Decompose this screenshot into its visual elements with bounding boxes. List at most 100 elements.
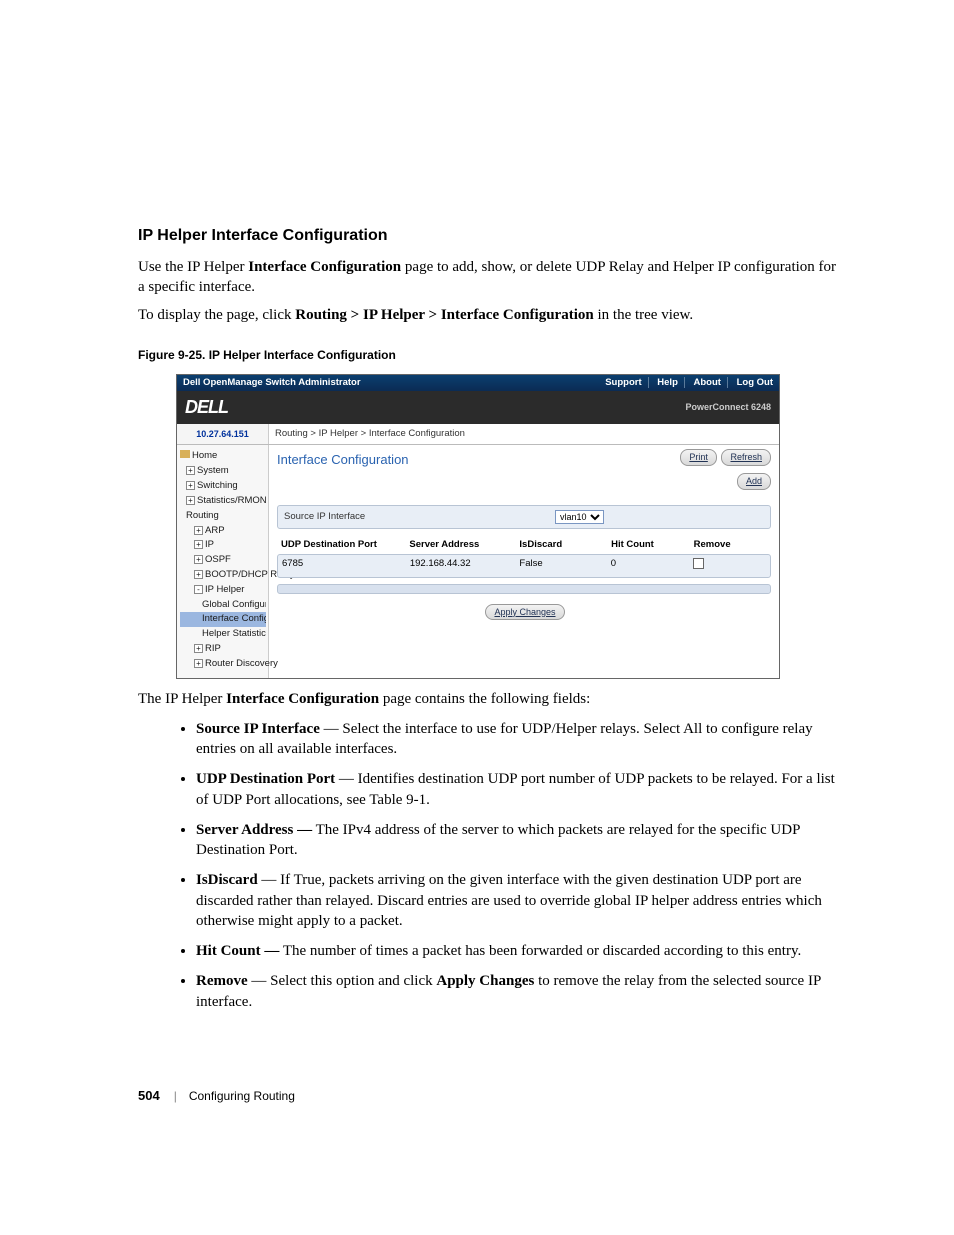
link-help[interactable]: Help	[657, 377, 685, 388]
source-interface-select[interactable]: vlan10	[555, 510, 604, 524]
nav-item[interactable]: -IP Helper	[180, 583, 266, 598]
nav-label: Statistics/RMON	[197, 495, 267, 506]
nav-item[interactable]: +RIP	[180, 642, 266, 657]
nav-item[interactable]: +BOOTP/DHCP Relay A	[180, 568, 266, 583]
th-isdiscard: IsDiscard	[519, 539, 611, 552]
source-interface-label: Source IP Interface	[284, 511, 365, 524]
nav-label: Switching	[197, 480, 238, 491]
cell-hit-count: 0	[611, 558, 693, 574]
nav-item[interactable]: +System	[180, 464, 266, 479]
figure-caption: Figure 9-25. IP Helper Interface Configu…	[138, 347, 846, 363]
window-titlebar: Dell OpenManage Switch Administrator Sup…	[177, 375, 779, 392]
field-term: Hit Count —	[196, 943, 279, 959]
nav-item[interactable]: Helper Statistics	[180, 627, 266, 642]
nav-label: Helper Statistics	[202, 628, 266, 639]
text-bold: Interface Configuration	[248, 259, 401, 275]
field-desc: — If True, packets arriving on the given…	[196, 872, 822, 929]
nav-item[interactable]: +OSPF	[180, 553, 266, 568]
nav-label: Home	[192, 450, 217, 461]
table-row: 6785 192.168.44.32 False 0	[277, 554, 771, 578]
field-term: IsDiscard	[196, 872, 258, 888]
intro-paragraph-1: Use the IP Helper Interface Configuratio…	[138, 257, 846, 298]
cell-remove	[693, 558, 766, 574]
nav-item[interactable]: +Switching	[180, 479, 266, 494]
device-ip: 10.27.64.151	[177, 424, 269, 445]
brand-bar: DELL PowerConnect 6248	[177, 391, 779, 423]
text: page contains the following fields:	[379, 691, 590, 707]
text: The IP Helper	[138, 691, 226, 707]
nav-item[interactable]: +Statistics/RMON	[180, 494, 266, 509]
nav-label: IP Helper	[205, 584, 244, 595]
tree-toggle-icon[interactable]: -	[194, 585, 203, 594]
nav-item[interactable]: Routing	[180, 509, 266, 524]
page-number: 504	[138, 1087, 160, 1105]
nav-item[interactable]: +IP	[180, 538, 266, 553]
print-button[interactable]: Print	[680, 449, 717, 465]
field-term: Remove	[196, 973, 248, 989]
chapter-name: Configuring Routing	[189, 1088, 295, 1104]
field-term: UDP Destination Port	[196, 771, 335, 787]
th-udp-port: UDP Destination Port	[281, 539, 409, 552]
tree-toggle-icon[interactable]: +	[194, 555, 203, 564]
nav-label: OSPF	[205, 554, 231, 565]
text: Use the IP Helper	[138, 259, 248, 275]
nav-item[interactable]: Global Configuration	[180, 598, 266, 613]
nav-item[interactable]: +ARP	[180, 524, 266, 539]
nav-label: IP	[205, 539, 214, 550]
window-title: Dell OpenManage Switch Administrator	[183, 377, 361, 390]
field-term: Server Address —	[196, 822, 312, 838]
field-term: Source IP Interface	[196, 721, 320, 737]
field-desc: The number of times a packet has been fo…	[279, 943, 801, 959]
subheader: 10.27.64.151 Routing > IP Helper > Inter…	[177, 424, 779, 446]
table-separator	[277, 584, 771, 594]
cell-isdiscard: False	[519, 558, 610, 574]
nav-item-selected[interactable]: Interface Configurati	[180, 612, 266, 627]
link-about[interactable]: About	[694, 377, 728, 388]
titlebar-links: Support Help About Log Out	[599, 377, 773, 390]
nav-item[interactable]: Home	[180, 449, 266, 464]
field-item: IsDiscard — If True, packets arriving on…	[196, 870, 846, 931]
th-remove: Remove	[694, 539, 767, 552]
nav-tree[interactable]: Home+System+Switching+Statistics/RMONRou…	[177, 445, 269, 677]
dell-logo: DELL	[185, 395, 228, 419]
apply-changes-button[interactable]: Apply Changes	[485, 604, 564, 620]
tree-toggle-icon[interactable]: +	[186, 466, 195, 475]
section-title: IP Helper Interface Configuration	[138, 225, 846, 247]
nav-label: Interface Configurati	[202, 613, 266, 624]
field-item: Hit Count — The number of times a packet…	[196, 941, 846, 961]
field-desc-bold: Apply Changes	[436, 973, 534, 989]
add-button[interactable]: Add	[737, 473, 771, 489]
refresh-button[interactable]: Refresh	[721, 449, 771, 465]
text: To display the page, click	[138, 307, 295, 323]
cell-udp-port: 6785	[282, 558, 410, 574]
screenshot: Dell OpenManage Switch Administrator Sup…	[176, 374, 780, 679]
tree-toggle-icon[interactable]: +	[194, 659, 203, 668]
relay-table: UDP Destination Port Server Address IsDi…	[277, 537, 771, 594]
field-item: UDP Destination Port — Identifies destin…	[196, 769, 846, 810]
home-icon	[180, 450, 190, 458]
table-header: UDP Destination Port Server Address IsDi…	[277, 537, 771, 554]
tree-toggle-icon[interactable]: +	[186, 481, 195, 490]
fields-lead: The IP Helper Interface Configuration pa…	[138, 689, 846, 709]
tree-toggle-icon[interactable]: +	[194, 570, 203, 579]
nav-label: RIP	[205, 643, 221, 654]
tree-toggle-icon[interactable]: +	[194, 540, 203, 549]
fields-list: Source IP Interface — Select the interfa…	[196, 719, 846, 1012]
nav-label: Router Discovery	[205, 658, 278, 669]
nav-label: System	[197, 465, 229, 476]
field-item: Remove — Select this option and click Ap…	[196, 971, 846, 1012]
link-support[interactable]: Support	[605, 377, 648, 388]
th-server-address: Server Address	[409, 539, 519, 552]
link-logout[interactable]: Log Out	[737, 377, 773, 388]
field-item: Server Address — The IPv4 address of the…	[196, 820, 846, 861]
text-bold: Interface Configuration	[226, 691, 379, 707]
field-desc: — Select this option and click	[248, 973, 437, 989]
nav-item[interactable]: +Router Discovery	[180, 657, 266, 672]
remove-checkbox[interactable]	[693, 558, 704, 569]
text-bold: Routing > IP Helper > Interface Configur…	[295, 307, 593, 323]
tree-toggle-icon[interactable]: +	[186, 496, 195, 505]
cell-server-address: 192.168.44.32	[410, 558, 520, 574]
footer-separator: |	[174, 1088, 177, 1104]
tree-toggle-icon[interactable]: +	[194, 644, 203, 653]
tree-toggle-icon[interactable]: +	[194, 526, 203, 535]
